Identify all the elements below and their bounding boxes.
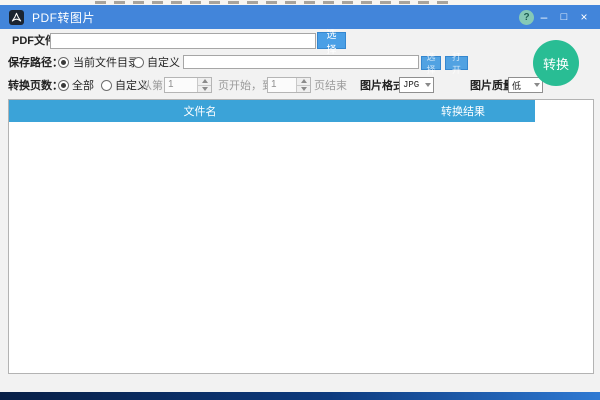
- window-controls: ? – □ ×: [519, 5, 594, 29]
- save-path-open-button[interactable]: 打开: [445, 56, 468, 70]
- pdf-file-select-button[interactable]: 选择: [317, 32, 346, 49]
- pages-from-label: 从第: [141, 77, 163, 95]
- help-icon[interactable]: ?: [519, 10, 534, 25]
- save-path-row: 保存路径： 当前文件目录 自定义 选择 打开: [0, 54, 600, 74]
- image-quality-value: 低: [509, 79, 532, 92]
- page-to-arrows[interactable]: [296, 78, 310, 92]
- spin-down-icon[interactable]: [297, 85, 310, 93]
- close-icon[interactable]: ×: [574, 5, 594, 29]
- image-format-label: 图片格式: [360, 77, 404, 95]
- radio-current-directory-label[interactable]: 当前文件目录: [73, 54, 139, 72]
- save-path-input[interactable]: [183, 55, 419, 69]
- image-format-select[interactable]: JPG: [399, 77, 434, 93]
- convert-button[interactable]: 转换: [533, 40, 579, 86]
- minimize-icon[interactable]: –: [534, 5, 554, 29]
- chevron-down-icon: [423, 83, 433, 87]
- app-window: PDF转图片 ? – □ × PDF文件： 选择 保存路径： 当前文件目录 自定…: [0, 5, 600, 392]
- results-table-body: [9, 122, 593, 373]
- radio-custom-path[interactable]: [133, 57, 144, 68]
- image-quality-select[interactable]: 低: [508, 77, 543, 93]
- radio-custom-path-label[interactable]: 自定义: [147, 54, 180, 72]
- maximize-icon[interactable]: □: [554, 5, 574, 29]
- pages-end-label: 页结束: [314, 77, 347, 95]
- pdf-file-input[interactable]: [50, 33, 316, 49]
- pdf-app-icon: [9, 10, 24, 25]
- background-bookmarks-strip: [95, 1, 455, 4]
- pages-label: 转换页数：: [8, 77, 63, 95]
- results-table-header: 文件名 转换结果: [9, 100, 535, 122]
- radio-custom-pages[interactable]: [101, 80, 112, 91]
- column-result[interactable]: 转换结果: [391, 100, 535, 122]
- column-filename[interactable]: 文件名: [9, 100, 391, 122]
- save-path-select-button[interactable]: 选择: [421, 56, 441, 70]
- chevron-down-icon: [532, 83, 542, 87]
- radio-current-directory[interactable]: [58, 57, 69, 68]
- pages-row: 转换页数： 全部 自定义 从第 1 页开始，到第 1 页结束 图片格式 JPG: [0, 77, 600, 97]
- page-from-stepper[interactable]: 1: [164, 77, 212, 93]
- pdf-file-row: PDF文件： 选择: [0, 32, 600, 52]
- page-from-value: 1: [165, 78, 197, 92]
- image-format-value: JPG: [400, 80, 423, 90]
- background-bottom-bar: [0, 392, 600, 400]
- titlebar: PDF转图片 ? – □ ×: [0, 5, 600, 29]
- page-from-arrows[interactable]: [197, 78, 211, 92]
- window-title: PDF转图片: [32, 9, 95, 26]
- spin-down-icon[interactable]: [198, 85, 211, 93]
- page-to-stepper[interactable]: 1: [267, 77, 311, 93]
- save-path-label: 保存路径：: [8, 54, 63, 72]
- radio-all-pages[interactable]: [58, 80, 69, 91]
- radio-all-pages-label[interactable]: 全部: [72, 77, 94, 95]
- page-to-value: 1: [268, 78, 296, 92]
- results-table: 文件名 转换结果: [8, 99, 594, 374]
